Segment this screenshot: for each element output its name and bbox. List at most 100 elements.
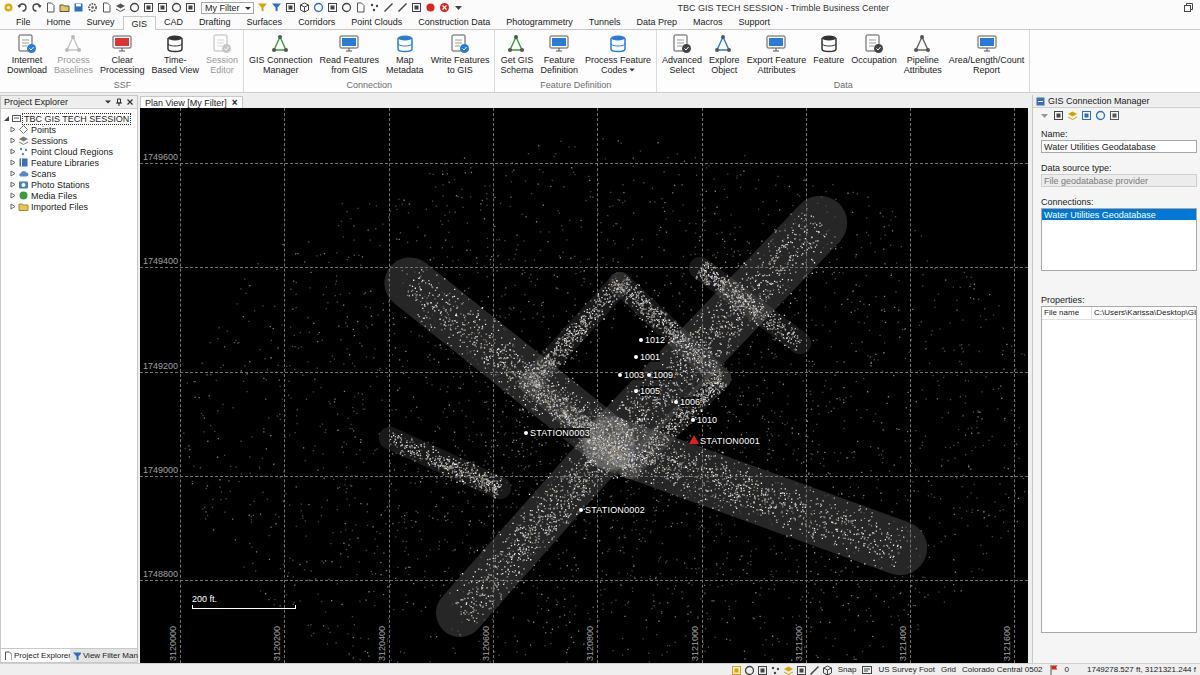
settings-icon[interactable]: [87, 2, 98, 13]
point-label[interactable]: STATION0003: [530, 428, 590, 438]
new-project-icon[interactable]: [45, 2, 56, 13]
units-icon[interactable]: [862, 665, 872, 675]
property-value-cell[interactable]: C:\Users\Karissa\Desktop\GI: [1092, 307, 1196, 319]
flag-icon[interactable]: [1049, 664, 1059, 675]
menu-tab[interactable]: Surfaces: [239, 15, 291, 29]
station-marker[interactable]: [524, 431, 528, 435]
undo-icon[interactable]: [17, 2, 28, 13]
grid-icon[interactable]: [1053, 110, 1064, 121]
dropdown-arrow-icon[interactable]: [629, 67, 635, 73]
ribbon-button[interactable]: ExploreObject: [706, 30, 743, 75]
snap-icon[interactable]: [285, 2, 296, 13]
ribbon-button[interactable]: PipelineAttributes: [901, 30, 945, 75]
record-red-icon[interactable]: [425, 2, 436, 13]
open-icon[interactable]: [59, 2, 70, 13]
view-icon[interactable]: [143, 2, 154, 13]
ribbon-button[interactable]: MapMetadata: [383, 30, 427, 75]
expander-icon[interactable]: [9, 192, 16, 199]
ribbon-button[interactable]: Read Featuresfrom GIS: [317, 30, 383, 75]
menu-tab[interactable]: Tunnels: [581, 15, 629, 29]
zoom-extents-icon[interactable]: [129, 2, 140, 13]
point-label[interactable]: 1010: [697, 415, 717, 425]
point-label[interactable]: 1012: [645, 335, 665, 345]
expander-icon[interactable]: [9, 159, 16, 166]
name-field[interactable]: Water Utilities Geodatabase: [1041, 140, 1197, 153]
menu-tab[interactable]: CAD: [156, 15, 191, 29]
point-label[interactable]: STATION0001: [700, 436, 760, 446]
menu-tab[interactable]: Point Clouds: [343, 15, 410, 29]
select-mode-icon[interactable]: [731, 665, 741, 675]
save-icon[interactable]: [73, 2, 84, 13]
ribbon-button[interactable]: Get GISSchema: [497, 30, 536, 75]
point-marker[interactable]: [674, 400, 678, 404]
measure-icon[interactable]: [313, 2, 324, 13]
marker-icon[interactable]: [341, 2, 352, 13]
record-icon[interactable]: [411, 2, 422, 13]
panel-tab[interactable]: View Filter Man: [70, 649, 137, 662]
expander-icon[interactable]: [9, 203, 16, 210]
ribbon-button[interactable]: InternetDownload: [4, 30, 50, 75]
plan-view-tab[interactable]: Plan View [My Filter]×: [140, 96, 243, 108]
ribbon-button[interactable]: Write Featuresto GIS: [428, 30, 493, 75]
tree-item[interactable]: Points: [3, 124, 137, 135]
point-label[interactable]: 1006: [680, 397, 700, 407]
filter-manager-icon[interactable]: [271, 2, 282, 13]
points-icon[interactable]: [369, 2, 380, 13]
ribbon-button[interactable]: Process FeatureCodes: [582, 30, 654, 75]
menu-tab[interactable]: Corridors: [290, 15, 343, 29]
grid-snap-icon[interactable]: [770, 665, 780, 675]
point-marker[interactable]: [639, 338, 643, 342]
point-label[interactable]: 1009: [653, 370, 673, 380]
menu-tab[interactable]: Macros: [685, 15, 731, 29]
pen-icon[interactable]: [383, 2, 394, 13]
check-icon[interactable]: [327, 2, 338, 13]
dropdown-arrow-icon[interactable]: [244, 4, 252, 12]
menu-tab[interactable]: Data Prep: [628, 15, 685, 29]
stop-icon[interactable]: [439, 2, 450, 13]
redo-icon[interactable]: [31, 2, 42, 13]
import-icon[interactable]: [101, 2, 112, 13]
ribbon-button[interactable]: Occupation: [848, 30, 900, 65]
expander-icon[interactable]: [3, 115, 10, 122]
delete-connection-icon[interactable]: [1109, 110, 1120, 121]
tree-item[interactable]: Imported Files: [3, 201, 137, 212]
menu-tab[interactable]: Survey: [79, 15, 123, 29]
expander-icon[interactable]: [9, 148, 16, 155]
point-marker[interactable]: [618, 373, 622, 377]
tree-item[interactable]: Feature Libraries: [3, 157, 137, 168]
expander-icon[interactable]: [9, 170, 16, 177]
zoom-icon[interactable]: [744, 665, 754, 675]
back-icon[interactable]: [1039, 110, 1050, 121]
point-marker[interactable]: [691, 418, 695, 422]
tree-item[interactable]: Sessions: [3, 135, 137, 146]
point-label[interactable]: STATION0002: [585, 505, 645, 515]
ribbon-button[interactable]: Time-Based View: [149, 30, 202, 75]
menu-tab[interactable]: Drafting: [191, 15, 239, 29]
edit-connection-icon[interactable]: [1081, 110, 1092, 121]
app-icon[interactable]: [3, 2, 14, 13]
ribbon-button[interactable]: FeatureDefinition: [538, 30, 582, 75]
pan-icon[interactable]: [157, 2, 168, 13]
cube-icon[interactable]: [822, 665, 832, 675]
select-icon[interactable]: [185, 2, 196, 13]
layers-icon[interactable]: [115, 2, 126, 13]
add-connection-icon[interactable]: [1067, 110, 1078, 121]
menu-tab[interactable]: Photogrammetry: [498, 15, 581, 29]
point-marker[interactable]: [634, 389, 638, 393]
tree-item[interactable]: Point Cloud Regions: [3, 146, 137, 157]
cursor-icon[interactable]: [397, 2, 408, 13]
menu-tab[interactable]: Home: [39, 15, 79, 29]
ribbon-button[interactable]: GIS ConnectionManager: [246, 30, 316, 75]
restore-window-icon[interactable]: [1183, 2, 1194, 13]
point-marker[interactable]: [634, 355, 638, 359]
point-cloud-map[interactable]: 1749600174940017492001749000174880031200…: [140, 108, 1028, 663]
tree-item[interactable]: Media Files: [3, 190, 137, 201]
window-icon[interactable]: [757, 665, 767, 675]
refresh-icon[interactable]: [1095, 110, 1106, 121]
tree-item[interactable]: Photo Stations: [3, 179, 137, 190]
station-marker[interactable]: [689, 435, 699, 444]
rotate-icon[interactable]: [171, 2, 182, 13]
print-icon[interactable]: [355, 2, 366, 13]
ribbon-button[interactable]: Area/Length/CountReport: [946, 30, 1028, 75]
grid-label[interactable]: Grid: [941, 665, 956, 675]
